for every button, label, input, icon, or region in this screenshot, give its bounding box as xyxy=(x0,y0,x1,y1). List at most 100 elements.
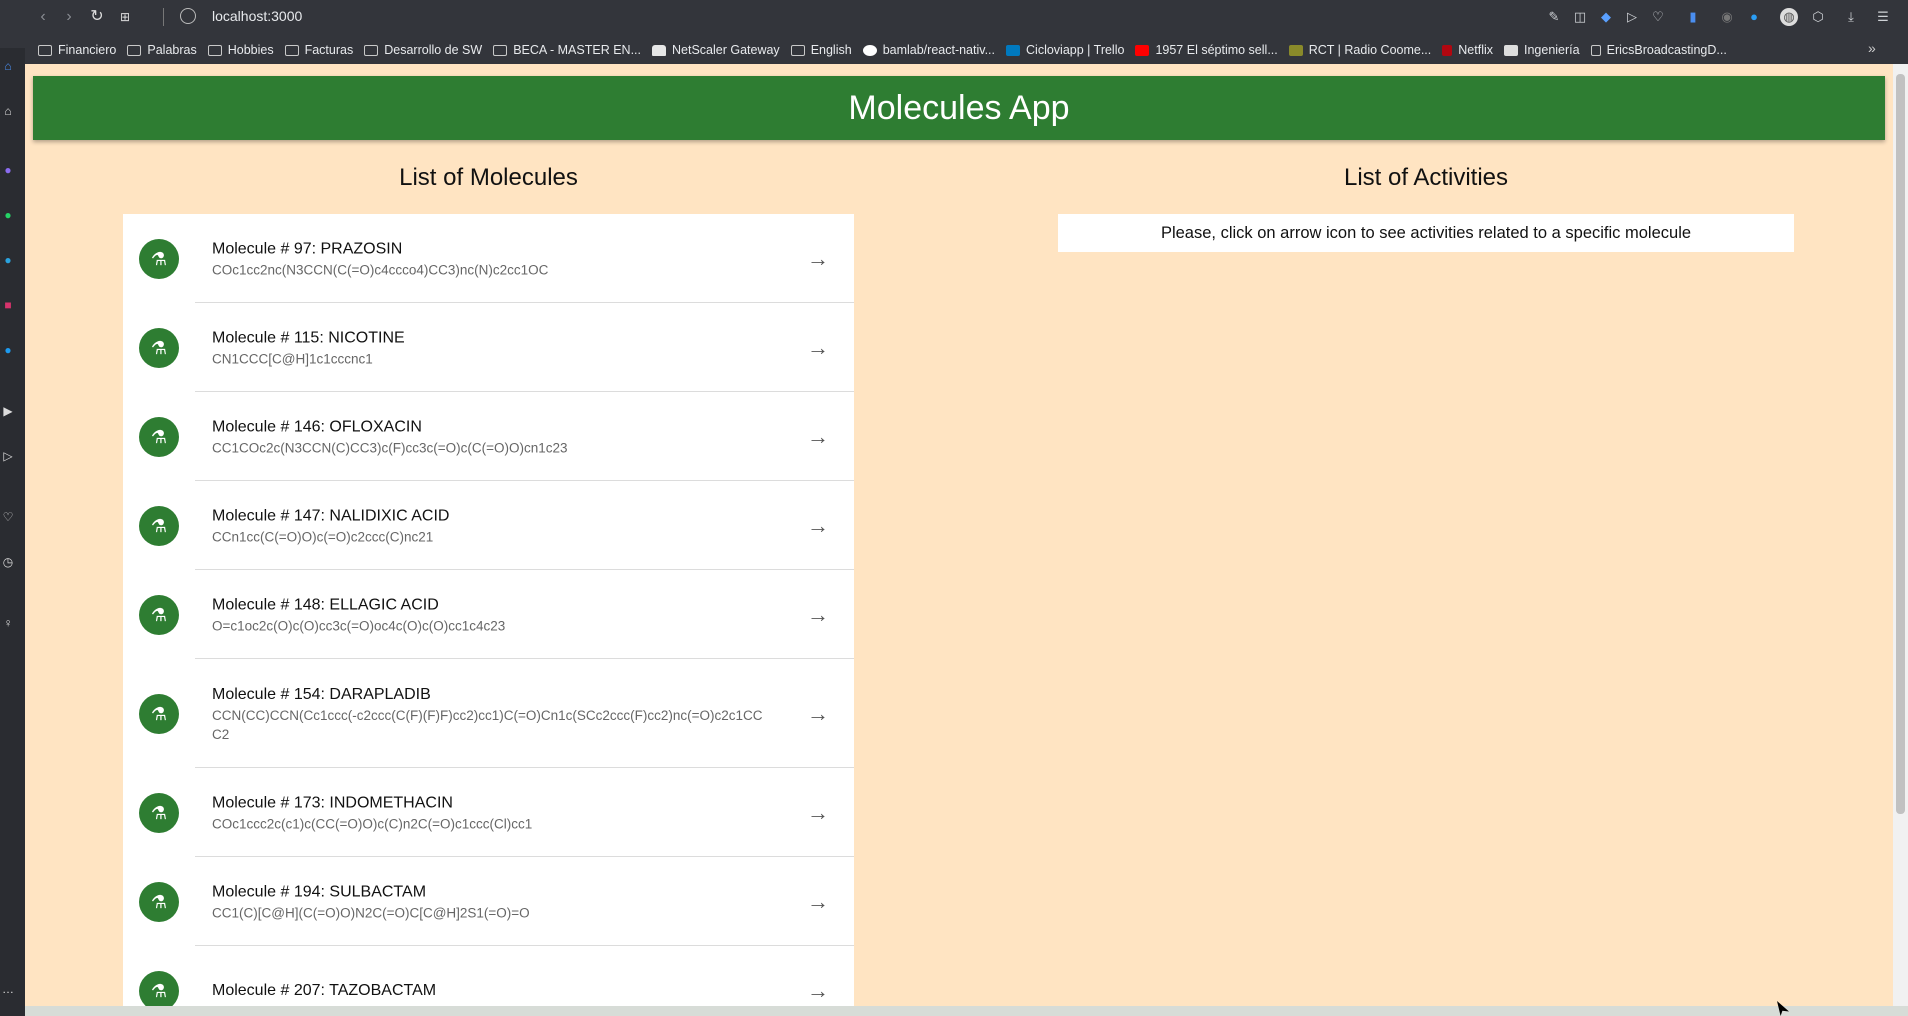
address-bar[interactable]: localhost:3000 xyxy=(212,8,302,24)
bookmark-item[interactable]: Desarrollo de SW xyxy=(364,43,482,57)
molecule-title: Molecule # 97: PRAZOSIN xyxy=(212,240,403,257)
bookmark-item[interactable]: bamlab/react-nativ... xyxy=(862,43,995,57)
player-icon[interactable]: ▶ xyxy=(0,403,16,419)
molecule-smiles: COc1cc2nc(N3CCN(C(=O)c4ccco4)CC3)nc(N)c2… xyxy=(212,262,549,277)
arrow-right-icon[interactable]: → xyxy=(805,978,831,1004)
arrow-right-icon[interactable]: → xyxy=(805,246,831,272)
bookmark-item[interactable]: Palabras xyxy=(127,43,197,57)
globe-extension-icon[interactable]: ◍ xyxy=(1780,8,1798,26)
page-icon xyxy=(1590,44,1601,56)
browser-toolbar: ‹ › ↻ ⊞ localhost:3000 ✎ ◫ ◆ ▷ ♡ ▮ ◉ ● ◍… xyxy=(0,0,1908,34)
edit-icon[interactable]: ✎ xyxy=(1545,8,1563,26)
whatsapp-icon[interactable]: ● xyxy=(0,207,16,223)
box-icon[interactable]: ⬡ xyxy=(1809,8,1827,26)
scrollbar-thumb[interactable] xyxy=(1896,74,1905,814)
list-item: ⚗ Molecule # 148: ELLAGIC ACID O=c1oc2c(O… xyxy=(123,570,854,659)
microscope-icon: ⚗ xyxy=(139,881,179,922)
microscope-icon: ⚗ xyxy=(139,792,179,833)
bookmark-item[interactable]: EricsBroadcastingD... xyxy=(1590,43,1727,57)
more-icon[interactable]: … xyxy=(0,981,16,997)
extension-icon[interactable]: ▮ xyxy=(1684,8,1702,26)
bookmark-item[interactable]: RCT | Radio Coome... xyxy=(1288,43,1431,57)
app-viewport: Molecules App List of Molecules List of … xyxy=(25,64,1893,1006)
bookmark-item[interactable]: Financiero xyxy=(38,43,116,57)
app-title: Molecules App xyxy=(848,89,1070,127)
bookmark-item[interactable]: English xyxy=(790,43,852,57)
bookmark-item[interactable]: 1957 El séptimo sell... xyxy=(1135,43,1278,57)
molecules-heading: List of Molecules xyxy=(399,164,578,191)
bookmark-item[interactable]: Netflix xyxy=(1442,43,1493,57)
tabs-grid-icon[interactable]: ⊞ xyxy=(116,8,134,26)
bookmark-item[interactable]: Cicloviapp | Trello xyxy=(1006,43,1124,57)
heart-icon[interactable]: ♡ xyxy=(0,509,16,525)
chevron-double-right-icon[interactable]: » xyxy=(1868,40,1876,56)
molecule-list: ⚗ Molecule # 97: PRAZOSIN COc1cc2nc(N3CCN… xyxy=(123,214,854,1006)
folder-icon xyxy=(127,44,142,56)
rct-icon xyxy=(1288,44,1303,56)
back-icon[interactable]: ‹ xyxy=(34,8,52,26)
bookmark-item[interactable]: NetScaler Gateway xyxy=(652,43,780,57)
molecule-smiles: CC1COc2c(N3CCN(C)CC3)c(F)cc3c(=O)c(C(=O)… xyxy=(212,440,568,455)
youtube-icon xyxy=(1135,44,1150,56)
twitter-icon[interactable]: ● xyxy=(0,342,16,358)
messenger-icon[interactable]: ● xyxy=(0,162,16,178)
site-info-icon[interactable] xyxy=(180,8,196,24)
list-item: ⚗ Molecule # 173: INDOMETHACIN COc1ccc2c(… xyxy=(123,768,854,857)
molecule-smiles: O=c1oc2c(O)c(O)cc3c(=O)oc4c(O)c(O)cc1c4c… xyxy=(212,618,506,633)
instagram-icon[interactable]: ■ xyxy=(0,297,16,313)
bookmark-item[interactable]: BECA - MASTER EN... xyxy=(493,43,641,57)
list-item: ⚗ Molecule # 97: PRAZOSIN COc1cc2nc(N3CCN… xyxy=(123,214,854,303)
vertical-scrollbar[interactable] xyxy=(1893,64,1908,1006)
arrow-right-icon[interactable]: → xyxy=(805,800,831,826)
molecule-title: Molecule # 148: ELLAGIC ACID xyxy=(212,596,439,613)
folder-icon xyxy=(207,44,222,56)
microscope-icon: ⚗ xyxy=(139,505,179,546)
send-icon[interactable]: ▷ xyxy=(0,448,16,464)
arrow-right-icon[interactable]: → xyxy=(805,513,831,539)
record-icon[interactable]: ◉ xyxy=(1718,8,1736,26)
browser-chrome: ‹ › ↻ ⊞ localhost:3000 ✎ ◫ ◆ ▷ ♡ ▮ ◉ ● ◍… xyxy=(0,0,1908,64)
molecule-smiles: CC1(C)[C@H](C(=O)O)N2C(=O)C[C@H]2S1(=O)=… xyxy=(212,905,530,920)
lightbulb-icon[interactable]: ♀ xyxy=(0,615,16,631)
molecule-title: Molecule # 207: TAZOBACTAM xyxy=(212,981,437,999)
telegram-icon[interactable]: ● xyxy=(0,252,16,268)
trello-icon xyxy=(1006,44,1021,56)
shield-icon[interactable]: ◆ xyxy=(1597,8,1615,26)
history-icon[interactable]: ◷ xyxy=(0,554,16,570)
molecule-title: Molecule # 154: DARAPLADIB xyxy=(212,685,431,703)
microscope-icon: ⚗ xyxy=(139,327,179,368)
address-separator xyxy=(163,8,164,26)
menu-icon[interactable]: ☰ xyxy=(1874,8,1892,26)
folder-icon xyxy=(364,44,379,56)
arrow-right-icon[interactable]: → xyxy=(805,602,831,628)
forward-icon[interactable]: › xyxy=(60,8,78,26)
home-icon[interactable]: ⌂ xyxy=(0,58,16,74)
arrow-right-icon[interactable]: → xyxy=(805,335,831,361)
browser-sidebar: ⌂ ⌂ ● ● ● ■ ● ▶ ▷ ♡ ◷ ♀ … xyxy=(0,48,25,1016)
netflix-icon xyxy=(1442,44,1453,56)
github-icon xyxy=(862,44,877,56)
arrow-right-icon[interactable]: → xyxy=(805,424,831,450)
send-icon[interactable]: ▷ xyxy=(1623,8,1641,26)
camera-icon[interactable]: ◫ xyxy=(1571,8,1589,26)
folder-icon xyxy=(790,44,805,56)
microscope-icon: ⚗ xyxy=(139,238,179,279)
heart-icon[interactable]: ♡ xyxy=(1649,8,1667,26)
molecule-title: Molecule # 173: INDOMETHACIN xyxy=(212,794,453,811)
lock-icon xyxy=(652,44,666,56)
page-icon xyxy=(1504,44,1518,56)
molecule-title: Molecule # 115: NICOTINE xyxy=(212,329,405,346)
bookmark-item[interactable]: Facturas xyxy=(284,43,353,57)
bookmark-item[interactable]: Hobbies xyxy=(207,43,274,57)
arrow-right-icon[interactable]: → xyxy=(805,701,831,727)
activities-heading: List of Activities xyxy=(1343,164,1509,191)
activities-hint: Please, click on arrow icon to see activ… xyxy=(1160,224,1692,242)
download-icon[interactable]: ⤓ xyxy=(1842,8,1860,26)
grammarly-icon[interactable]: ● xyxy=(1745,8,1763,26)
list-item: ⚗ Molecule # 147: NALIDIXIC ACID CCn1cc(C… xyxy=(123,481,854,570)
horizontal-scrollbar[interactable] xyxy=(25,1006,1908,1016)
home-outline-icon[interactable]: ⌂ xyxy=(0,103,16,119)
reload-icon[interactable]: ↻ xyxy=(88,8,106,26)
bookmark-item[interactable]: Ingeniería xyxy=(1504,43,1580,57)
arrow-right-icon[interactable]: → xyxy=(805,889,831,915)
